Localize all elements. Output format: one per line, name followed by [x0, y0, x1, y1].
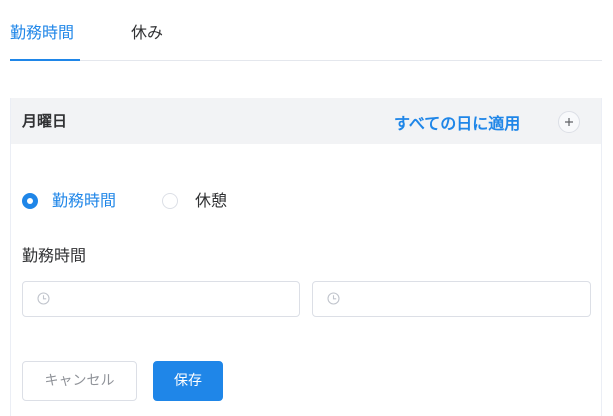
start-time-input[interactable]: [57, 282, 281, 318]
apply-to-all-days-link[interactable]: すべての日に適用: [394, 110, 520, 134]
work-hours-section-label: 勤務時間: [22, 246, 87, 265]
tab-holidays[interactable]: 休み: [131, 22, 163, 44]
tab-bar: 勤務時間 休み: [10, 0, 602, 61]
day-title: 月曜日: [22, 112, 68, 130]
add-time-button[interactable]: [558, 111, 580, 133]
radio-work-hours-indicator[interactable]: [22, 193, 38, 209]
clock-icon: [37, 292, 50, 305]
tab-holidays-label: 休み: [131, 23, 164, 42]
tab-work-hours-label: 勤務時間: [10, 23, 75, 42]
plus-icon: [565, 118, 573, 126]
radio-break-label: 休憩: [195, 191, 228, 210]
radio-work-hours-label: 勤務時間: [52, 191, 117, 210]
active-tab-indicator: [10, 59, 80, 61]
clock-icon: [327, 292, 340, 305]
tab-work-hours[interactable]: 勤務時間: [10, 22, 74, 44]
radio-break-indicator[interactable]: [162, 193, 178, 209]
start-time-field[interactable]: [22, 281, 300, 318]
work-hours-editor: 勤務時間 休み 月曜日 すべての日に適用 勤務時間 休憩 勤務時間 キャンセル …: [0, 0, 613, 416]
end-time-field[interactable]: [312, 281, 591, 318]
day-panel-header: 月曜日 すべての日に適用: [11, 98, 601, 144]
cancel-button[interactable]: キャンセル: [22, 361, 137, 401]
day-panel: 月曜日 すべての日に適用 勤務時間 休憩 勤務時間 キャンセル 保存: [10, 98, 602, 416]
save-button[interactable]: 保存: [153, 361, 223, 401]
end-time-input[interactable]: [347, 282, 571, 318]
